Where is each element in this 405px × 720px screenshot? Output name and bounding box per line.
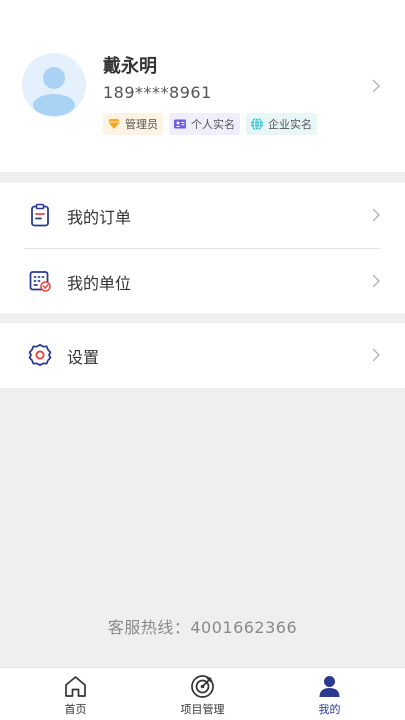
tab-project-management[interactable]: 项目管理 bbox=[135, 668, 270, 720]
user-icon bbox=[319, 676, 340, 697]
diamond-icon bbox=[108, 119, 120, 129]
admin-badge: 管理员 bbox=[103, 113, 163, 135]
tab-home-label: 首页 bbox=[64, 703, 87, 716]
profile-card[interactable]: 戴永明 189****8961 管理员 个人实名 企业实名 bbox=[0, 0, 405, 172]
id-card-icon bbox=[174, 119, 186, 129]
company-verified-label: 企业实名 bbox=[268, 118, 312, 131]
tab-mine[interactable]: 我的 bbox=[262, 668, 397, 720]
user-name: 戴永明 bbox=[103, 56, 157, 77]
chevron-right-icon bbox=[372, 79, 380, 93]
menu-item-settings[interactable]: 设置 bbox=[0, 323, 405, 387]
clipboard-icon bbox=[31, 203, 49, 227]
menu-card: 我的订单 我的单位 bbox=[0, 183, 405, 313]
badge-list: 管理员 个人实名 企业实名 bbox=[103, 113, 317, 135]
target-icon bbox=[191, 675, 214, 698]
settings-card: 设置 bbox=[0, 323, 405, 388]
tab-mine-label: 我的 bbox=[318, 703, 341, 716]
company-verified-badge: 企业实名 bbox=[246, 113, 317, 135]
orders-label: 我的订单 bbox=[67, 208, 132, 227]
settings-label: 设置 bbox=[67, 348, 100, 367]
avatar-user-icon bbox=[33, 67, 75, 116]
avatar[interactable] bbox=[22, 53, 86, 117]
menu-item-unit[interactable]: 我的单位 bbox=[0, 249, 405, 313]
globe-icon bbox=[251, 117, 263, 131]
chevron-right-icon bbox=[372, 348, 380, 362]
tab-home[interactable]: 首页 bbox=[8, 668, 143, 720]
unit-label: 我的单位 bbox=[67, 274, 132, 293]
user-phone: 189****8961 bbox=[103, 83, 212, 102]
chevron-right-icon bbox=[372, 208, 380, 222]
tab-project-management-label: 项目管理 bbox=[180, 703, 225, 716]
personal-verified-label: 个人实名 bbox=[191, 118, 235, 131]
gear-icon bbox=[28, 343, 52, 367]
chevron-right-icon bbox=[372, 274, 380, 288]
menu-item-orders[interactable]: 我的订单 bbox=[0, 183, 405, 247]
bottom-tab-bar: 首页 项目管理 我的 bbox=[0, 667, 405, 720]
personal-verified-badge: 个人实名 bbox=[169, 113, 240, 135]
customer-hotline[interactable]: 客服热线：4001662366 bbox=[0, 614, 405, 638]
admin-badge-label: 管理员 bbox=[125, 118, 158, 131]
home-icon bbox=[65, 676, 86, 697]
company-unit-icon bbox=[29, 271, 51, 292]
